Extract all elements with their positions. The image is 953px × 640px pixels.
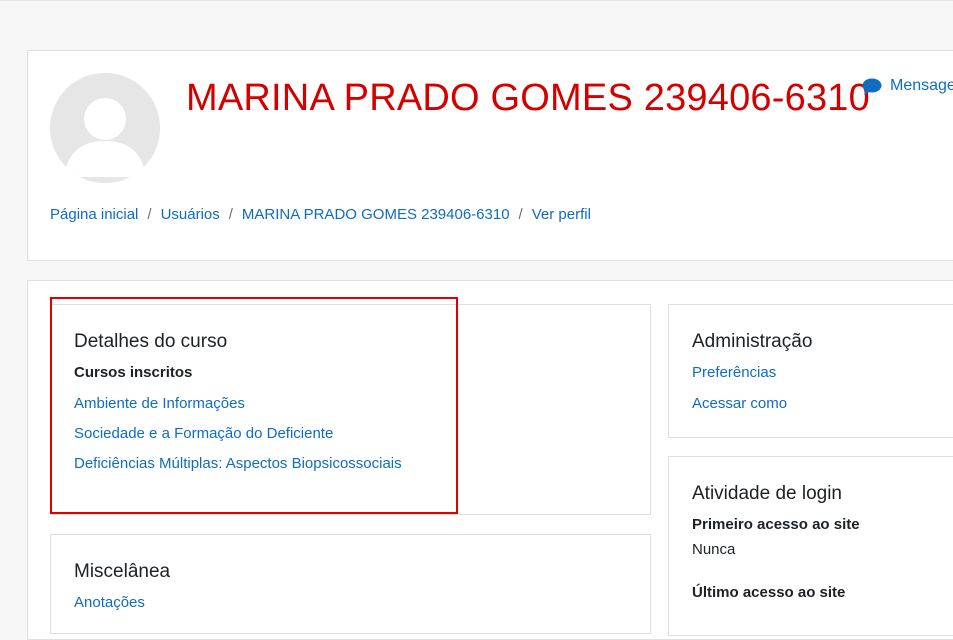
last-access-label: Último acesso ao site: [692, 584, 846, 601]
misc-card: Miscelânea Anotações: [50, 534, 651, 634]
misc-heading: Miscelânea: [74, 561, 171, 582]
course-link[interactable]: Sociedade e a Formação do Deficiente: [74, 425, 333, 442]
notes-link[interactable]: Anotações: [74, 594, 145, 611]
first-access-value: Nunca: [692, 541, 736, 558]
message-label: Mensage: [890, 77, 953, 94]
breadcrumb-separator: /: [228, 206, 233, 223]
enrolled-courses-label: Cursos inscritos: [74, 364, 193, 381]
profile-header: MARINA PRADO GOMES 239406-6310 Mensage P…: [27, 50, 953, 261]
top-divider: [0, 0, 953, 1]
course-link[interactable]: Ambiente de Informações: [74, 395, 245, 412]
breadcrumb-separator: /: [518, 206, 523, 223]
chat-bubble-icon: [862, 78, 882, 95]
administration-heading: Administração: [692, 331, 813, 352]
login-as-link[interactable]: Acessar como: [692, 395, 787, 412]
breadcrumb-user[interactable]: MARINA PRADO GOMES 239406-6310: [242, 206, 510, 223]
course-link[interactable]: Deficiências Múltiplas: Aspectos Biopsic…: [74, 455, 402, 472]
login-activity-heading: Atividade de login: [692, 483, 842, 504]
breadcrumb: Página inicial / Usuários / MARINA PRADO…: [50, 206, 591, 223]
first-access-label: Primeiro acesso ao site: [692, 516, 860, 533]
login-activity-card: Atividade de login Primeiro acesso ao si…: [668, 456, 953, 636]
message-button[interactable]: Mensage: [862, 77, 953, 95]
course-details-card: Detalhes do curso Cursos inscritos Ambie…: [50, 304, 651, 515]
user-avatar[interactable]: [50, 73, 160, 183]
breadcrumb-view-profile[interactable]: Ver perfil: [532, 206, 591, 223]
breadcrumb-home[interactable]: Página inicial: [50, 206, 138, 223]
administration-card: Administração Preferências Acessar como: [668, 304, 953, 438]
breadcrumb-users[interactable]: Usuários: [161, 206, 220, 223]
breadcrumb-separator: /: [147, 206, 152, 223]
preferences-link[interactable]: Preferências: [692, 364, 776, 381]
page-title: MARINA PRADO GOMES 239406-6310: [186, 77, 870, 119]
user-silhouette-icon: [50, 73, 160, 183]
course-details-heading: Detalhes do curso: [74, 331, 228, 352]
